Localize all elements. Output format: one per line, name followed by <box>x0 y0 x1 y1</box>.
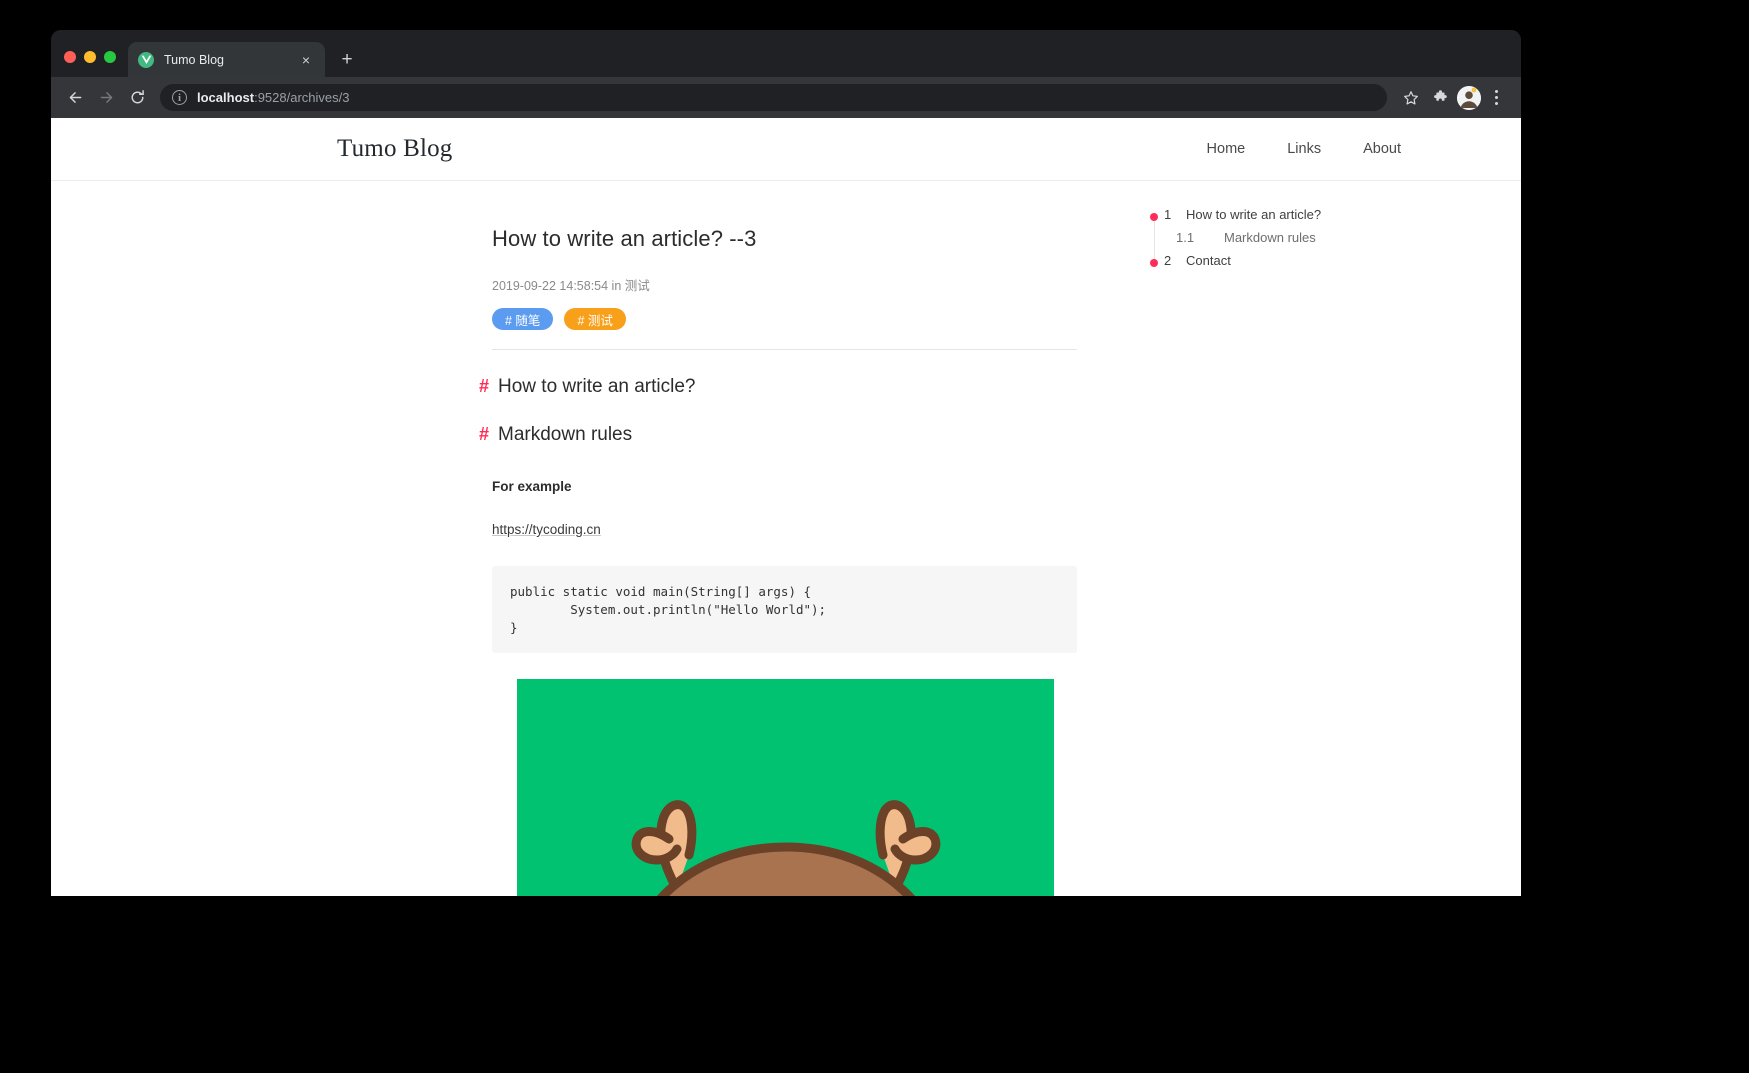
extensions-puzzle-icon[interactable] <box>1427 84 1455 112</box>
site-info-icon[interactable]: i <box>172 90 187 105</box>
tab-title: Tumo Blog <box>164 52 224 67</box>
article-image-reindeer <box>517 679 1054 896</box>
toc-item-contact[interactable]: 2 Contact <box>1150 253 1410 276</box>
toc-item-label: Markdown rules <box>1224 230 1316 245</box>
heading-hash-icon: # <box>479 424 490 444</box>
code-block: public static void main(String[] args) {… <box>492 566 1077 654</box>
page-body: How to write an article? --3 2019-09-22 … <box>51 181 1521 896</box>
toc-item-label: Contact <box>1186 253 1231 268</box>
url-path: :9528/archives/3 <box>254 90 350 105</box>
heading-text: Markdown rules <box>498 424 633 445</box>
site-header: Tumo Blog Home Links About <box>51 118 1521 181</box>
toc-item-number: 1.1 <box>1176 230 1195 245</box>
maximize-window-button[interactable] <box>104 51 116 63</box>
url-host: localhost <box>197 90 255 105</box>
toc-bullet-icon <box>1150 213 1158 221</box>
page-viewport: Tumo Blog Home Links About How to write … <box>51 118 1521 896</box>
close-tab-icon[interactable]: × <box>297 51 315 69</box>
vue-logo-icon <box>138 51 154 68</box>
toc-item-label: How to write an article? <box>1186 207 1322 222</box>
article-meta: 2019-09-22 14:58:54 in 测试 <box>492 279 650 293</box>
article-external-link[interactable]: https://tycoding.cn <box>492 522 601 537</box>
table-of-contents: 1 How to write an article? 1.1 Markdown … <box>1150 207 1410 276</box>
window-traffic-lights <box>51 51 128 77</box>
tab-strip: Tumo Blog × + <box>51 30 1521 77</box>
new-tab-button[interactable]: + <box>334 46 360 72</box>
tag-suibi[interactable]: # 随笔 <box>492 308 554 330</box>
reload-button[interactable] <box>123 83 152 112</box>
article: How to write an article? --3 2019-09-22 … <box>479 226 1077 896</box>
toc-item-number: 1 <box>1164 207 1172 222</box>
browser-menu-icon[interactable] <box>1483 84 1509 112</box>
browser-tab[interactable]: Tumo Blog × <box>128 42 325 77</box>
article-title: How to write an article? --3 <box>492 226 757 251</box>
nav-item-links[interactable]: Links <box>1287 141 1321 157</box>
browser-toolbar: i localhost:9528/archives/3 <box>51 77 1521 118</box>
bookmark-star-icon[interactable] <box>1397 84 1425 112</box>
tag-ceshi[interactable]: # 测试 <box>564 308 626 330</box>
nav-item-home[interactable]: Home <box>1207 141 1246 157</box>
address-bar[interactable]: i localhost:9528/archives/3 <box>160 84 1387 111</box>
site-nav: Home Links About <box>1207 141 1401 157</box>
browser-window: Tumo Blog × + i localhost:9528/archives/… <box>51 30 1521 896</box>
close-window-button[interactable] <box>64 51 76 63</box>
article-strong-text: For example <box>492 479 572 494</box>
site-logo-title[interactable]: Tumo Blog <box>337 135 453 163</box>
heading-text: How to write an article? <box>498 376 696 397</box>
heading-how-to-write-an-article: # How to write an article? <box>479 376 1077 398</box>
back-button[interactable] <box>61 83 90 112</box>
article-tag-list: # 随笔 # 测试 <box>492 308 1077 330</box>
heading-markdown-rules: # Markdown rules <box>479 424 1077 446</box>
address-bar-url: localhost:9528/archives/3 <box>197 90 349 105</box>
profile-avatar-icon[interactable] <box>1457 85 1481 110</box>
toc-item-how-to-write-an-article[interactable]: 1 How to write an article? <box>1150 207 1410 230</box>
toc-item-markdown-rules[interactable]: 1.1 Markdown rules <box>1150 230 1410 253</box>
article-divider <box>492 349 1077 350</box>
toc-item-number: 2 <box>1164 253 1172 268</box>
nav-item-about[interactable]: About <box>1363 141 1401 157</box>
forward-button[interactable] <box>92 83 121 112</box>
heading-hash-icon: # <box>479 376 490 396</box>
minimize-window-button[interactable] <box>84 51 96 63</box>
toc-bullet-icon <box>1150 259 1158 267</box>
